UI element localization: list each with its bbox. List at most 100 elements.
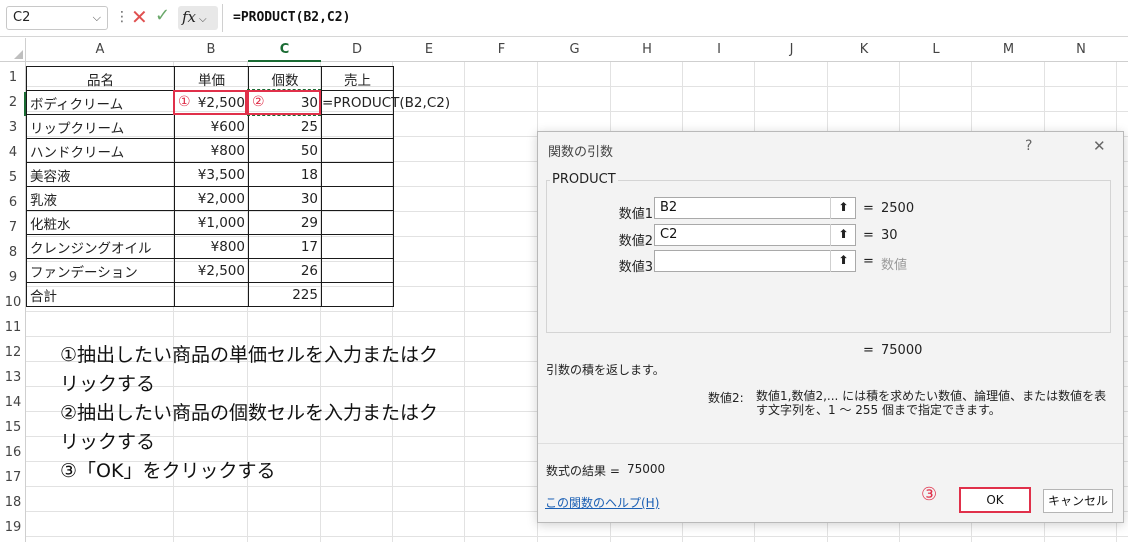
more-options-icon[interactable]: ⋮ — [115, 9, 129, 25]
table-cell[interactable]: ¥2,500 — [174, 258, 249, 283]
column-header-a[interactable]: A — [26, 38, 174, 62]
table-cell[interactable]: 17 — [248, 234, 322, 259]
row-header-4[interactable]: 4 — [0, 141, 26, 165]
arg-input-1[interactable]: B2 — [654, 197, 856, 219]
column-header-cell[interactable]: 売上 — [321, 66, 394, 91]
table-cell[interactable] — [321, 210, 394, 235]
column-header-g[interactable]: G — [538, 38, 611, 62]
table-cell[interactable] — [321, 138, 394, 163]
column-header-n[interactable]: N — [1045, 38, 1117, 62]
table-cell[interactable] — [321, 258, 394, 283]
insert-function-button[interactable]: fx ⌵ — [178, 6, 218, 30]
row-header-6[interactable]: 6 — [0, 191, 26, 215]
table-cell[interactable]: ¥3,500 — [174, 162, 249, 187]
collapse-dialog-icon[interactable]: ⬆ — [830, 224, 856, 246]
row-header-18[interactable]: 18 — [0, 491, 26, 515]
row-header-11[interactable]: 11 — [0, 316, 26, 340]
table-cell[interactable]: 合計 — [26, 282, 175, 307]
table-cell[interactable]: ¥800 — [174, 138, 249, 163]
select-all-corner[interactable] — [0, 38, 26, 62]
cell-d2-formula[interactable]: =PRODUCT(B2,C2) — [322, 92, 450, 114]
collapse-dialog-icon[interactable]: ⬆ — [830, 250, 856, 272]
table-cell[interactable]: 美容液 — [26, 162, 175, 187]
column-header-l[interactable]: L — [900, 38, 972, 62]
table-cell[interactable]: リップクリーム — [26, 114, 175, 139]
ok-button[interactable]: OK — [959, 487, 1031, 513]
cancel-button[interactable]: キャンセル — [1043, 489, 1113, 513]
row-header-16[interactable]: 16 — [0, 441, 26, 465]
table-cell[interactable] — [321, 114, 394, 139]
row-header-7[interactable]: 7 — [0, 216, 26, 240]
cancel-icon[interactable]: ✕ — [131, 5, 148, 29]
table-cell[interactable]: ¥2,000 — [174, 186, 249, 211]
table-row: クレンジングオイル ¥800 17 — [26, 234, 394, 259]
table-cell[interactable]: ボディクリーム — [26, 90, 175, 115]
formula-result-value: 75000 — [627, 462, 666, 476]
marker-3: ③ — [921, 484, 938, 505]
row-header-9[interactable]: 9 — [0, 266, 26, 290]
table-cell[interactable] — [321, 282, 394, 307]
row-header-5[interactable]: 5 — [0, 166, 26, 190]
row-header-15[interactable]: 15 — [0, 416, 26, 440]
enter-icon[interactable]: ✓ — [155, 5, 170, 26]
help-icon[interactable]: ? — [1025, 138, 1032, 154]
column-header-b[interactable]: B — [174, 38, 248, 62]
dialog-title: 関数の引数 — [548, 145, 614, 160]
row-header-12[interactable]: 12 — [0, 341, 26, 365]
arg-input-3[interactable] — [654, 250, 856, 272]
table-cell[interactable]: 化粧水 — [26, 210, 175, 235]
table-row: リップクリーム ¥600 25 — [26, 114, 394, 139]
table-cell[interactable]: クレンジングオイル — [26, 234, 175, 259]
formula-input[interactable]: =PRODUCT(B2,C2) — [222, 4, 1122, 32]
table-cell[interactable] — [321, 186, 394, 211]
row-header-17[interactable]: 17 — [0, 466, 26, 490]
arg-input-2[interactable]: C2 — [654, 224, 856, 246]
column-header-cell[interactable]: 単価 — [174, 66, 249, 91]
row-header-19[interactable]: 19 — [0, 516, 26, 540]
column-header-f[interactable]: F — [465, 38, 538, 62]
formula-result-label: 数式の結果 = — [546, 464, 620, 478]
column-header-k[interactable]: K — [828, 38, 900, 62]
column-header-i[interactable]: I — [683, 38, 755, 62]
row-header-2[interactable]: 2 — [0, 91, 26, 115]
row-header-13[interactable]: 13 — [0, 366, 26, 390]
table-cell[interactable]: 50 — [248, 138, 322, 163]
table-cell[interactable]: ¥800 — [174, 234, 249, 259]
table-cell[interactable] — [174, 282, 249, 307]
column-header-c[interactable]: C — [248, 38, 321, 62]
table-cell[interactable]: 26 — [248, 258, 322, 283]
table-cell[interactable] — [321, 234, 394, 259]
table-cell[interactable] — [321, 162, 394, 187]
close-icon[interactable]: ✕ — [1093, 137, 1106, 155]
column-header-cell[interactable]: 品名 — [26, 66, 175, 91]
function-help-link[interactable]: この関数のヘルプ(H) — [545, 494, 659, 511]
column-header-h[interactable]: H — [611, 38, 683, 62]
column-header-m[interactable]: M — [972, 38, 1045, 62]
table-cell[interactable]: ¥1,000 — [174, 210, 249, 235]
table-row: ハンドクリーム ¥800 50 — [26, 138, 394, 163]
collapse-dialog-icon[interactable]: ⬆ — [830, 197, 856, 219]
column-header-j[interactable]: J — [755, 38, 828, 62]
table-cell[interactable]: 29 — [248, 210, 322, 235]
row-header-3[interactable]: 3 — [0, 116, 26, 140]
arg-result-3: 数値 — [881, 258, 908, 273]
table-cell[interactable]: 18 — [248, 162, 322, 187]
table-cell[interactable]: ファンデーション — [26, 258, 175, 283]
chevron-down-icon: ⌵ — [199, 14, 207, 25]
column-header-cell[interactable]: 個数 — [248, 66, 322, 91]
row-header-10[interactable]: 10 — [0, 291, 26, 315]
column-header-e[interactable]: E — [393, 38, 465, 62]
row-header-14[interactable]: 14 — [0, 391, 26, 415]
table-cell[interactable]: ¥600 — [174, 114, 249, 139]
row-header-1[interactable]: 1 — [0, 66, 26, 90]
table-cell[interactable]: 乳液 — [26, 186, 175, 211]
table-cell[interactable]: 30 — [248, 186, 322, 211]
table-cell[interactable]: ハンドクリーム — [26, 138, 175, 163]
marker-2: ② — [252, 94, 265, 110]
column-header-d[interactable]: D — [321, 38, 393, 62]
name-box[interactable]: C2 ⌵ — [6, 6, 108, 30]
table-cell[interactable]: 225 — [248, 282, 322, 307]
row-header-8[interactable]: 8 — [0, 241, 26, 265]
chevron-down-icon[interactable]: ⌵ — [93, 7, 101, 29]
table-cell[interactable]: 25 — [248, 114, 322, 139]
